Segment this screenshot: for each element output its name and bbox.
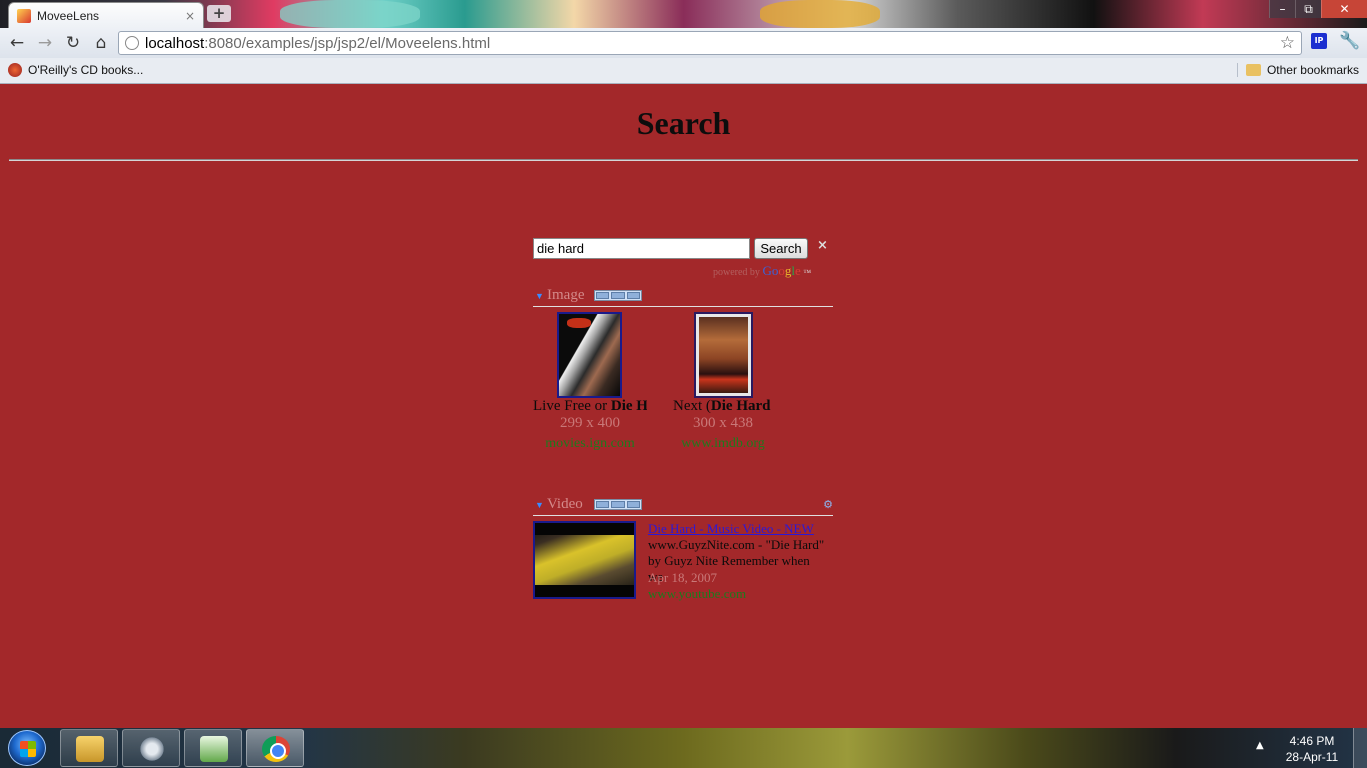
video-result-link[interactable]: Die Hard - Music Video - NEW (648, 521, 814, 537)
google-logo-part: Go (762, 263, 779, 278)
address-bar[interactable]: localhost :8080/examples/jsp/jsp2/el/Mov… (118, 31, 1302, 55)
tab-close-icon[interactable]: × (185, 9, 195, 23)
image-result-title[interactable]: Live Free or Die H (533, 398, 647, 415)
bookmark-star-icon[interactable]: ☆ (1280, 33, 1295, 53)
bookmarks-bar: O'Reilly's CD books... Other bookmarks (0, 58, 1367, 84)
browser-toolbar: ← → ↻ ⌂ localhost :8080/examples/jsp/jsp… (0, 28, 1367, 58)
folder-icon (76, 736, 104, 762)
ip-extension-icon[interactable]: IP (1311, 33, 1327, 49)
poster-graphic (699, 317, 748, 393)
tab-title: MoveeLens (37, 8, 100, 23)
reload-button[interactable]: ↻ (62, 32, 84, 54)
video-section-header: ▼ Video ⚙ (533, 496, 833, 516)
video-result-thumbnail[interactable] (533, 521, 636, 599)
url-host: localhost (145, 34, 205, 52)
show-desktop-button[interactable] (1353, 728, 1367, 768)
bookmark-favicon-icon (8, 63, 22, 77)
back-button[interactable]: ← (6, 32, 28, 54)
show-hidden-icons[interactable]: ▲ (1256, 740, 1264, 751)
bookmark-oreilly[interactable]: O'Reilly's CD books... (8, 63, 143, 77)
layout-mode-buttons[interactable] (594, 499, 642, 510)
wallpaper-shape (760, 0, 880, 28)
letterbox-bar (535, 585, 634, 597)
other-bookmarks[interactable]: Other bookmarks (1236, 63, 1359, 77)
wrench-menu-icon[interactable]: 🔧 (1339, 31, 1360, 51)
restore-button[interactable]: ⧉ (1295, 0, 1321, 18)
search-button[interactable]: Search (754, 238, 808, 259)
gear-icon (138, 736, 166, 762)
title-text: Live Free or (533, 398, 611, 414)
image-result-host[interactable]: www.imdb.org (667, 436, 779, 452)
clock-date: 28-Apr-11 (1285, 750, 1339, 764)
window-titlebar: MoveeLens × + – ⧉ ✕ (0, 0, 1367, 28)
other-bookmarks-label: Other bookmarks (1266, 63, 1359, 77)
browser-tab[interactable]: MoveeLens × (8, 2, 204, 28)
video-section-label: Video (547, 496, 583, 512)
taskbar-chart-app[interactable] (184, 729, 242, 767)
google-logo-part: e (794, 263, 801, 278)
taskbar-explorer[interactable] (60, 729, 118, 767)
system-clock[interactable]: 4:46 PM 28-Apr-11 (1284, 733, 1340, 765)
windows-taskbar: ▲ 4:46 PM 28-Apr-11 (0, 728, 1367, 768)
wallpaper-shape (280, 0, 420, 28)
start-button[interactable] (8, 730, 46, 766)
tab-favicon-icon (17, 8, 31, 23)
letterbox-bar (535, 523, 634, 535)
image-result-host[interactable]: movies.ign.com (533, 436, 647, 452)
chart-icon (200, 736, 228, 762)
title-bold-text: Die H (610, 398, 647, 414)
close-window-button[interactable]: ✕ (1321, 0, 1367, 18)
image-result-thumbnail[interactable] (694, 312, 753, 398)
image-result-size: 300 x 438 (693, 415, 753, 431)
taskbar-chrome[interactable] (246, 729, 304, 767)
minimize-button[interactable]: – (1269, 0, 1295, 18)
image-section-label: Image (547, 287, 585, 303)
layout-mode-buttons[interactable] (594, 290, 642, 301)
poster-graphic (567, 318, 591, 328)
powered-by-text: powered by (713, 267, 760, 278)
taskbar-settings[interactable] (122, 729, 180, 767)
forward-button[interactable]: → (34, 32, 56, 54)
clear-search-icon[interactable]: × (817, 238, 828, 253)
horizontal-rule (9, 159, 1358, 161)
image-result-size: 299 x 400 (560, 415, 620, 431)
new-tab-button[interactable]: + (207, 5, 231, 22)
video-result-host[interactable]: www.youtube.com (648, 586, 746, 602)
page-content: Search die hard Search × powered by Goog… (0, 85, 1367, 728)
collapse-triangle-icon[interactable]: ▼ (535, 500, 544, 510)
powered-by-google: powered by Google ™ (713, 263, 811, 279)
folder-icon (1245, 64, 1261, 76)
title-bold-text: Die Hard (710, 398, 771, 414)
chrome-icon (262, 736, 290, 762)
bookmark-label: O'Reilly's CD books... (28, 63, 144, 77)
home-button[interactable]: ⌂ (90, 32, 112, 54)
page-info-icon[interactable] (125, 36, 139, 50)
url-path: :8080/examples/jsp/jsp2/el/Moveelens.htm… (204, 34, 491, 52)
clock-time: 4:46 PM (1289, 734, 1335, 748)
page-title: Search (636, 105, 731, 141)
image-result-title[interactable]: Next (Die Hard (673, 398, 783, 415)
collapse-triangle-icon[interactable]: ▼ (535, 291, 544, 301)
image-section-header: ▼ Image (533, 287, 833, 307)
window-controls: – ⧉ ✕ (1269, 0, 1367, 18)
search-input[interactable]: die hard (533, 238, 750, 259)
settings-gear-icon[interactable]: ⚙ (823, 498, 833, 511)
windows-logo-icon (20, 741, 36, 757)
trademark-symbol: ™ (803, 268, 812, 277)
title-text: Next ( (673, 398, 711, 414)
image-result-thumbnail[interactable] (557, 312, 622, 398)
video-result-date: Apr 18, 2007 (648, 570, 717, 585)
